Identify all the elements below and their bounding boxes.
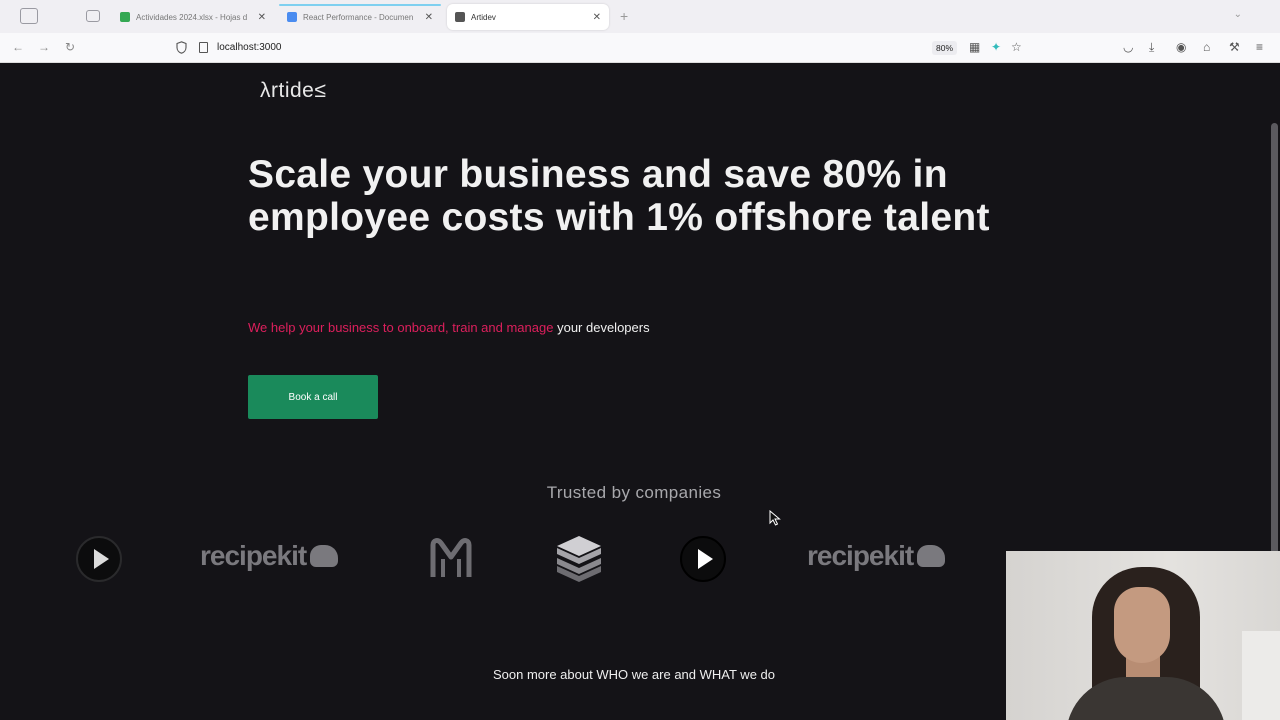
chef-hat-icon — [917, 545, 946, 567]
downloads-icon[interactable]: ⤓ — [1149, 40, 1154, 55]
play-icon — [680, 536, 726, 582]
subline-highlight: We help your business to onboard, train … — [248, 320, 554, 335]
browser-tab-bar: Actividades 2024.xlsx - Hojas d ✕ React … — [0, 0, 1280, 33]
m-logo-icon — [430, 538, 472, 577]
mouse-cursor-icon — [769, 510, 781, 526]
sheets-favicon-icon — [120, 12, 130, 22]
company-logo-recipekit-2: recipekit — [807, 540, 946, 572]
browser-nav-bar: ← → ↻ localhost:3000 80% ▦ ✦ ☆ ◡ ⤓ ◉ ⌂ ⚒… — [0, 33, 1280, 63]
extension-icon[interactable]: ✦ — [991, 40, 1001, 54]
forward-icon[interactable]: → — [38, 40, 50, 54]
qr-code-icon[interactable]: ▦ — [969, 40, 980, 54]
tab-react-performance[interactable]: React Performance - Documen ✕ — [279, 4, 441, 30]
reload-icon[interactable]: ↻ — [65, 40, 75, 54]
tab-spreadsheet[interactable]: Actividades 2024.xlsx - Hojas d ✕ — [112, 4, 274, 30]
tools-icon[interactable]: ⚒ — [1229, 40, 1240, 54]
docs-favicon-icon — [287, 12, 297, 22]
shield-icon[interactable] — [176, 41, 187, 54]
url-bar[interactable]: localhost:3000 — [217, 42, 282, 53]
company-logo-play — [76, 536, 122, 582]
tab-artidev[interactable]: Artidev ✕ — [447, 4, 609, 30]
webcam-overlay — [1006, 551, 1280, 720]
subline-rest: your developers — [557, 320, 650, 335]
pocket-icon[interactable]: ◡ — [1123, 40, 1133, 54]
hero-headline: Scale your business and save 80% in empl… — [248, 153, 990, 239]
artidev-favicon-icon — [455, 12, 465, 22]
recipekit-wordmark: recipekit — [200, 540, 307, 571]
company-logo-stack — [554, 534, 604, 591]
hero-subline: We help your business to onboard, train … — [248, 320, 650, 335]
company-logo-recipekit: recipekit — [200, 540, 339, 572]
bookmark-star-icon[interactable]: ☆ — [1011, 40, 1022, 54]
extensions-puzzle-icon[interactable]: ⌂ — [1203, 40, 1210, 54]
recipekit-wordmark: recipekit — [807, 540, 914, 571]
tab-overview-icon[interactable] — [86, 10, 100, 22]
account-icon[interactable]: ◉ — [1176, 40, 1186, 54]
back-icon[interactable]: ← — [12, 40, 24, 54]
close-tab-icon[interactable]: ✕ — [425, 12, 433, 23]
menu-icon[interactable]: ≡ — [1256, 40, 1263, 54]
trusted-heading: Trusted by companies — [546, 483, 722, 502]
tab-list-chevron-icon[interactable]: ⌄ — [1234, 9, 1242, 20]
page-info-icon[interactable] — [199, 42, 208, 53]
zoom-level[interactable]: 80% — [932, 41, 958, 55]
page-scrollbar[interactable] — [1271, 123, 1278, 563]
book-a-call-button[interactable]: Book a call — [248, 375, 378, 419]
site-logo[interactable]: λrtide≤ — [260, 79, 326, 103]
webcam-door — [1242, 631, 1280, 720]
company-logo-play-2 — [680, 536, 726, 582]
new-tab-icon[interactable]: + — [620, 8, 628, 24]
webcam-person-face — [1114, 587, 1170, 663]
sidebar-toggle-icon[interactable] — [20, 8, 38, 24]
close-tab-icon[interactable]: ✕ — [593, 12, 601, 23]
chef-hat-icon — [310, 545, 339, 567]
close-tab-icon[interactable]: ✕ — [258, 12, 266, 23]
tab-accent — [279, 4, 441, 6]
company-logo-m — [430, 537, 472, 586]
layers-stack-icon — [557, 536, 601, 582]
play-icon — [76, 536, 122, 582]
